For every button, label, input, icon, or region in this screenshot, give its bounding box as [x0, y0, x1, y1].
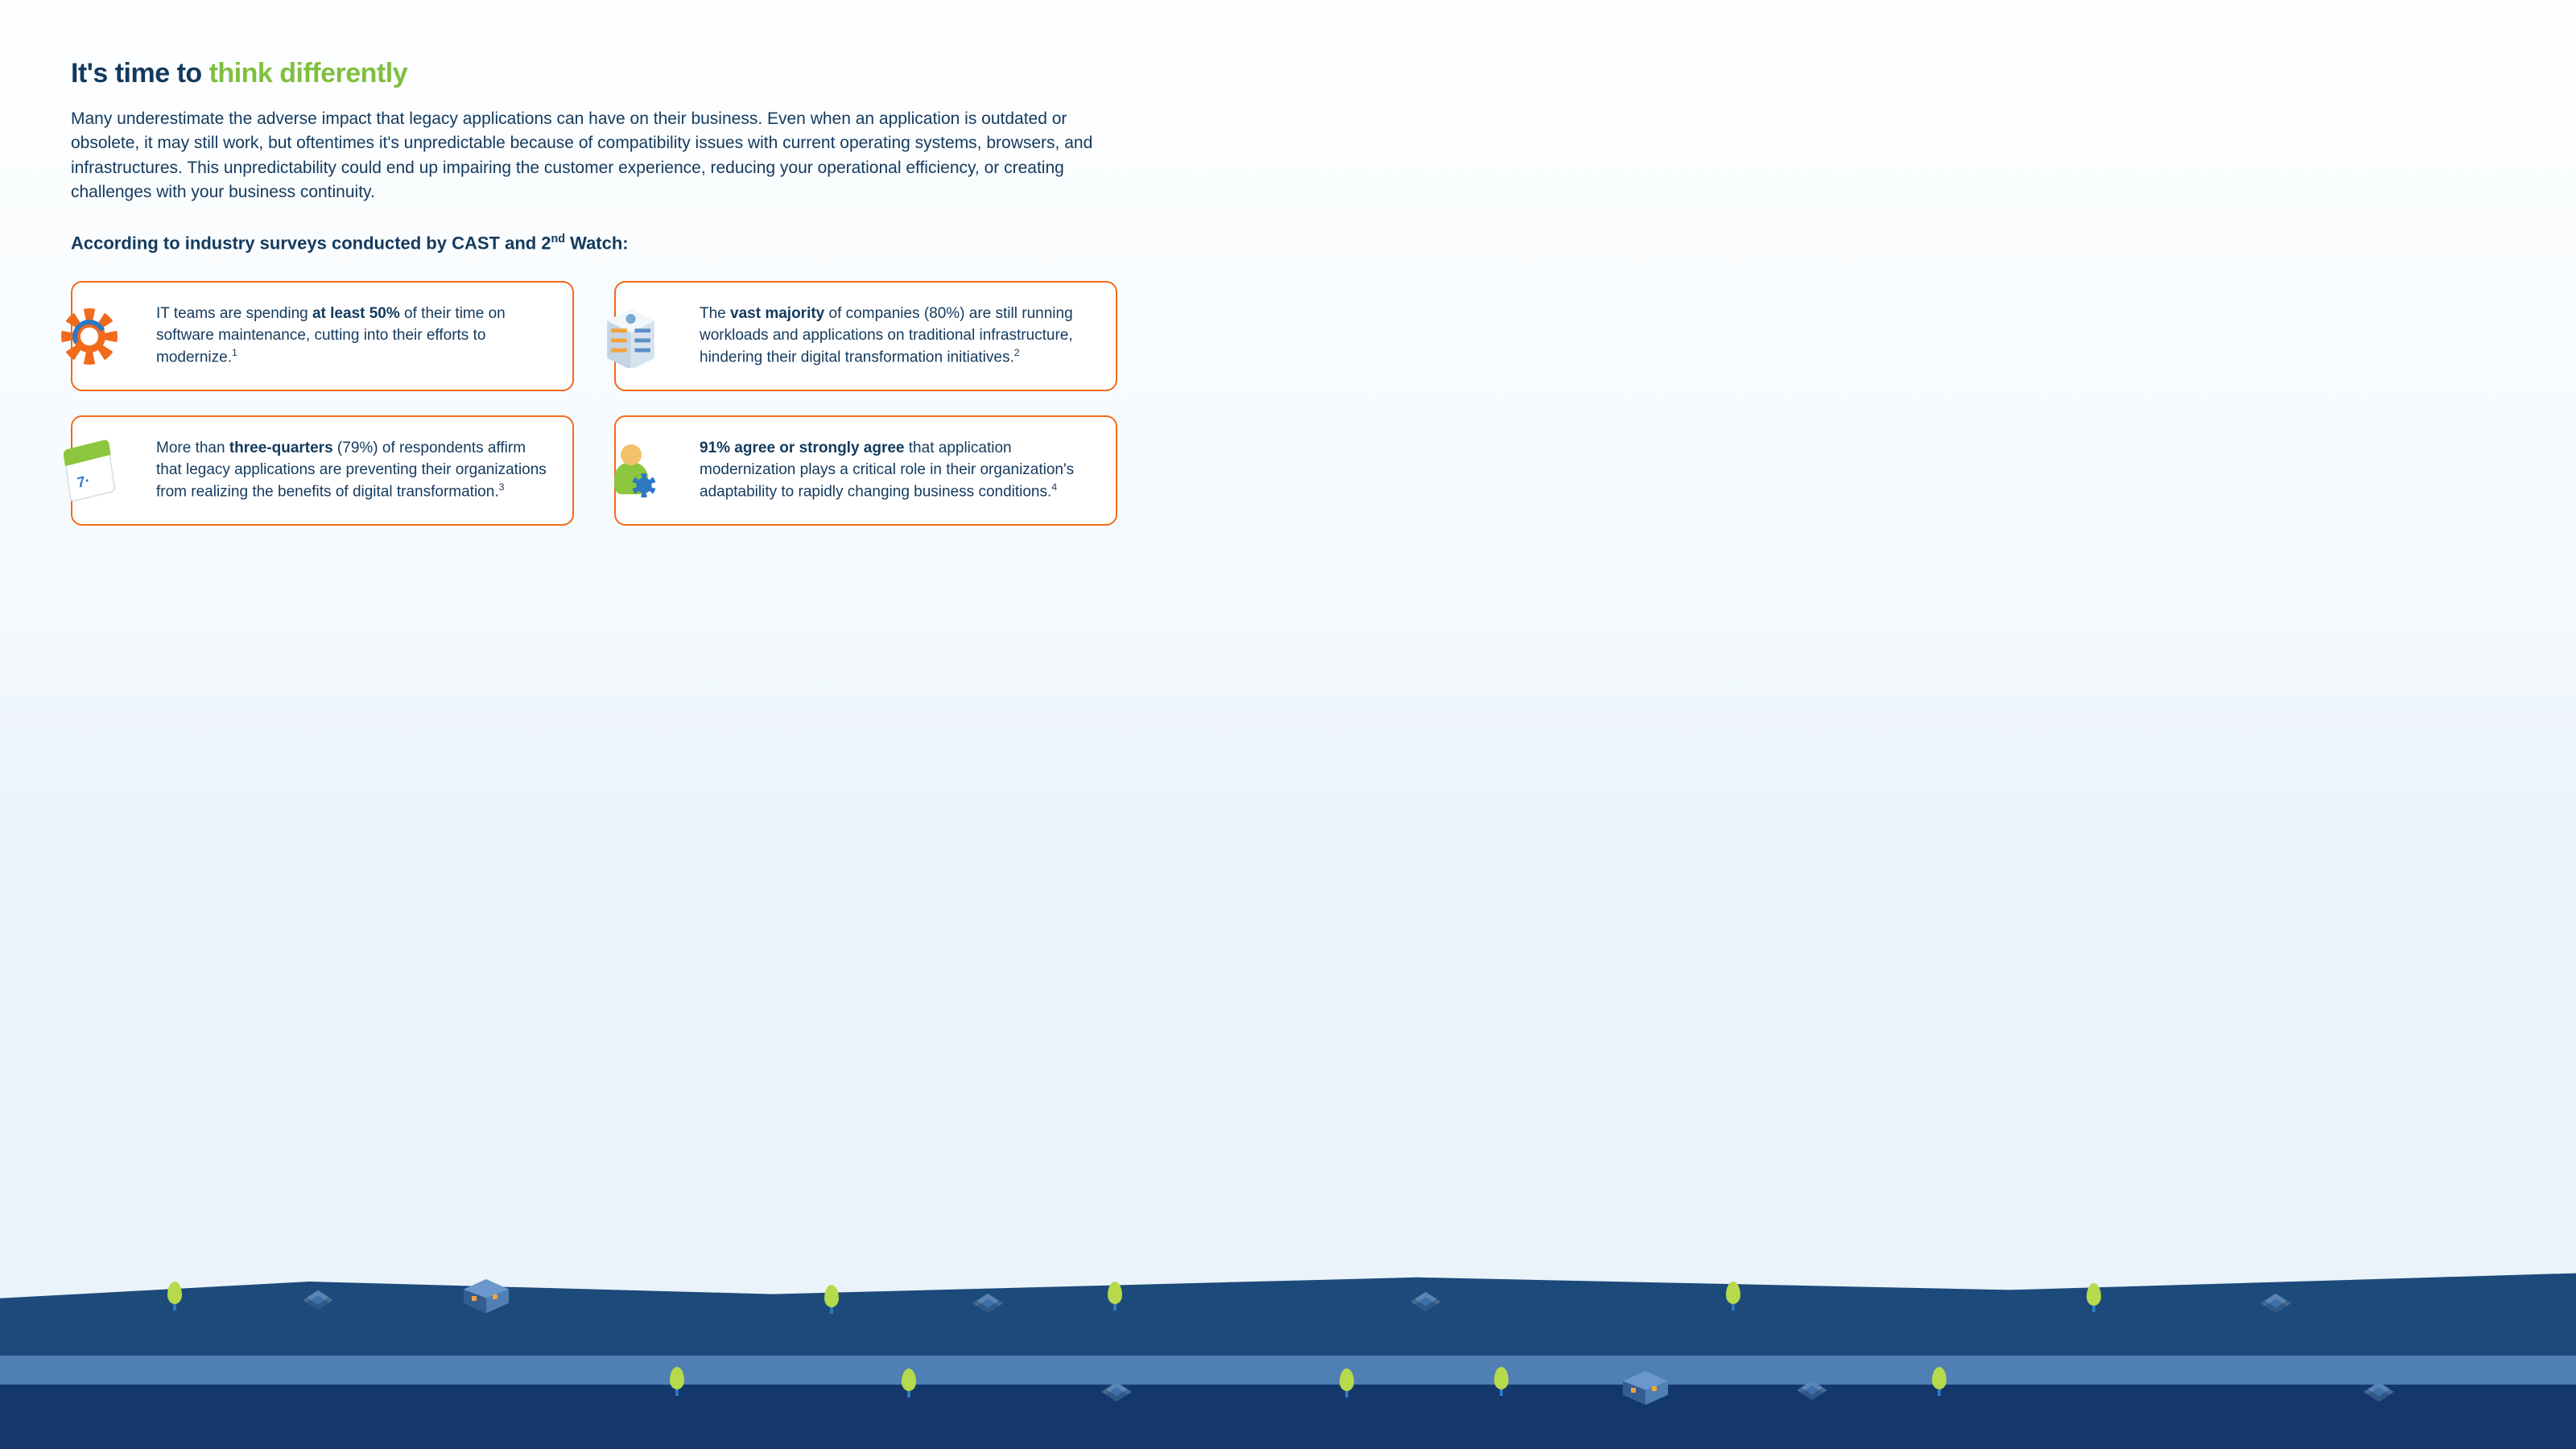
stat-text: IT teams are spending at least 50% of th… [156, 303, 550, 369]
cube-icon [1410, 1292, 1441, 1311]
subhead-before: According to industry surveys conducted … [71, 233, 551, 253]
stat-footnote: 4 [1051, 481, 1057, 493]
stat-text: The vast majority of companies (80%) are… [700, 303, 1093, 369]
stat-card: IT teams are spending at least 50% of th… [71, 281, 574, 391]
cube-icon [972, 1294, 1003, 1313]
stat-bold: 91% agree or strongly agree [700, 440, 905, 456]
stat-card: 91% agree or strongly agree that applica… [614, 415, 1117, 526]
lead-paragraph: Many underestimate the adverse impact th… [71, 107, 1117, 205]
cube-icon [1797, 1381, 1827, 1400]
tree-icon [167, 1280, 182, 1311]
subhead-after: Watch: [565, 233, 629, 253]
stat-bold: vast majority [730, 305, 824, 322]
house-icon [1623, 1368, 1671, 1406]
cube-icon [1101, 1382, 1132, 1402]
stat-footnote: 1 [232, 347, 237, 358]
tree-icon [1108, 1280, 1122, 1311]
stat-footnote: 2 [1014, 347, 1020, 358]
stat-pre: More than [156, 440, 229, 456]
cube-icon [2260, 1294, 2291, 1313]
cube-icon [2363, 1382, 2394, 1402]
calendar-icon: 7· [58, 440, 121, 502]
tree-icon [2087, 1282, 2101, 1312]
tree-icon [1494, 1365, 1509, 1396]
subhead-sup: nd [551, 233, 565, 246]
title-accent: think differently [209, 58, 408, 89]
stat-pre: The [700, 305, 730, 322]
stat-text: More than three-quarters (79%) of respon… [156, 438, 550, 503]
person-gear-icon [601, 440, 664, 502]
tree-icon [902, 1367, 916, 1397]
landscape-illustration [0, 1240, 2576, 1449]
tree-icon [1726, 1280, 1740, 1311]
stat-card: The vast majority of companies (80%) are… [614, 281, 1117, 391]
tree-icon [824, 1283, 839, 1314]
cube-icon [303, 1290, 333, 1310]
tree-icon [670, 1365, 684, 1396]
title-prefix: It's time to [71, 58, 209, 89]
page-title: It's time to think differently [71, 58, 2505, 89]
survey-subhead: According to industry surveys conducted … [71, 233, 2505, 254]
stat-footnote: 3 [499, 481, 505, 493]
stat-text: 91% agree or strongly agree that applica… [700, 438, 1093, 503]
stat-card: 7· More than three-quarters (79%) of res… [71, 415, 574, 526]
stat-pre: IT teams are spending [156, 305, 312, 322]
stat-bold: at least 50% [312, 305, 400, 322]
gear-cycle-icon [58, 305, 121, 368]
server-building-icon [601, 305, 664, 368]
tree-icon [1340, 1367, 1354, 1397]
stat-bold: three-quarters [229, 440, 333, 456]
tree-icon [1932, 1365, 1946, 1396]
house-icon [464, 1277, 512, 1314]
stat-cards-grid: IT teams are spending at least 50% of th… [71, 281, 1117, 526]
